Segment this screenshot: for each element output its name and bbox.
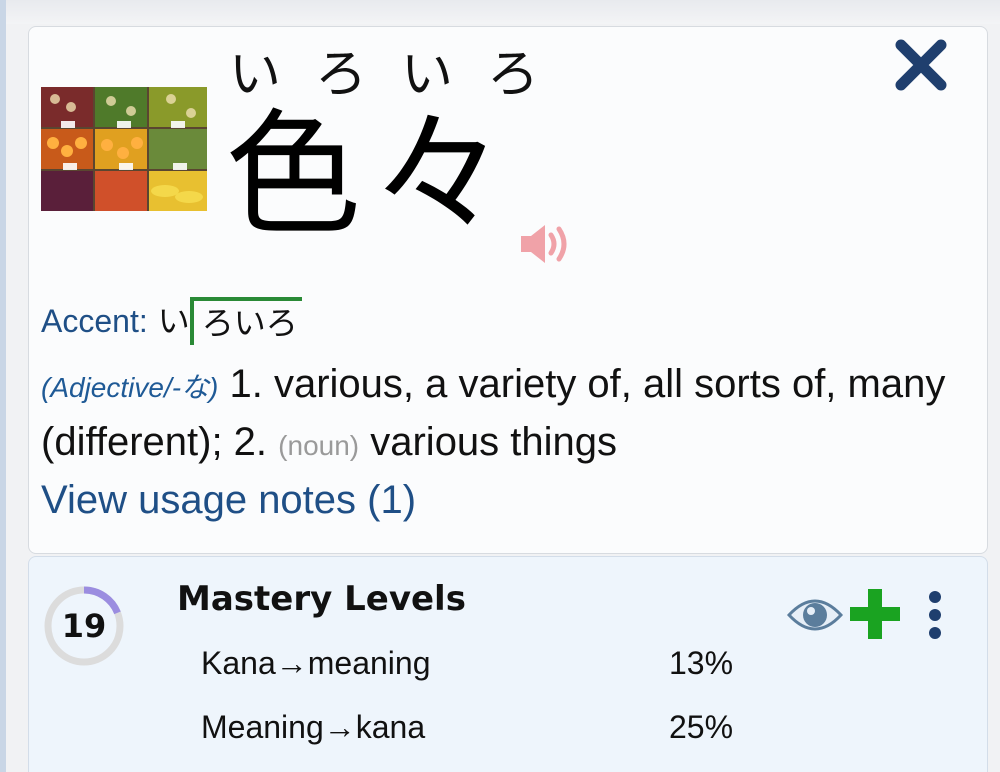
usage-notes-link[interactable]: View usage notes (1) [41,475,416,525]
top-bar-shadow [0,0,1000,24]
vocab-card: いろいろ 色々 Accent: いろいろ (Adjective/-な) 1. va… [28,26,988,554]
pitch-accent: Accent: いろいろ [41,295,302,347]
close-icon[interactable] [893,37,949,93]
mastery-level-number: 19 [61,607,107,645]
mastery-row-label: Kana→meaning [201,645,431,681]
mastery-row-value: 13% [669,645,734,681]
furigana-reading: いろいろ [229,45,574,105]
vocab-image [41,87,207,211]
part-of-speech: (Adjective/-な) [41,372,219,403]
speaker-icon[interactable] [519,221,575,267]
part-of-speech-2: (noun) [278,430,360,461]
accent-high-morae: ろいろ [189,297,302,345]
mastery-row-label: Meaning→kana [201,709,426,745]
accent-colon: : [138,303,148,339]
left-edge-strip [0,0,6,772]
accent-low-mora: い [157,302,190,340]
vocab-kanji: 色々 [225,97,517,255]
eye-icon[interactable] [786,593,844,637]
sense-text-2: various things [370,420,618,464]
plus-icon[interactable] [849,587,901,641]
mastery-row-value: 25% [669,709,734,745]
more-vertical-icon[interactable] [925,589,945,641]
accent-label: Accent [41,303,139,339]
definition: (Adjective/-な) 1. various, a variety of,… [41,357,971,473]
mastery-panel: 19 Mastery Levels Kana→meaning 13% Meani… [28,556,988,772]
mastery-title: Mastery Levels [177,579,466,619]
